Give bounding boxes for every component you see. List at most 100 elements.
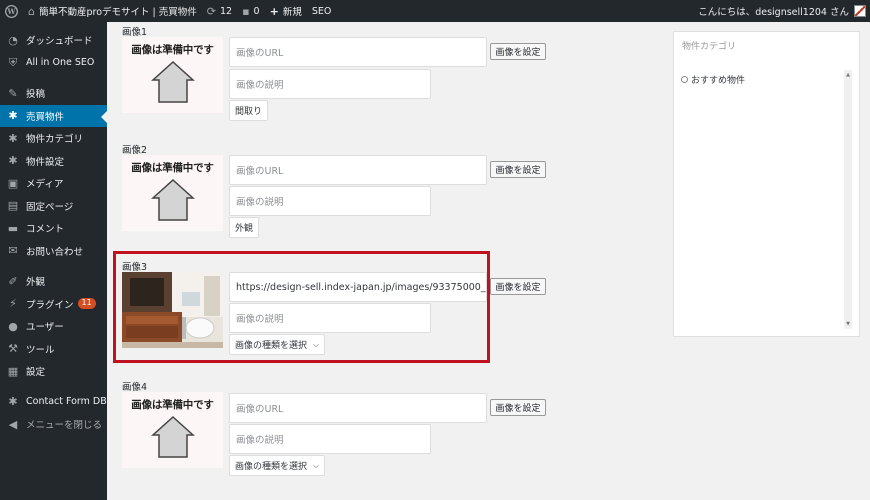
image-1-type-select[interactable]: 間取り: [229, 100, 269, 121]
page-icon: ▤: [7, 199, 19, 213]
property-category-box: 物件カテゴリ おすすめ物件 ▲ ▼: [673, 31, 860, 337]
sidebar-item-label: 物件カテゴリ: [26, 134, 84, 146]
sidebar-item-tools[interactable]: ⚒ ツール: [0, 338, 107, 361]
sidebar-item-label: Contact Form DB: [26, 396, 107, 408]
site-name-link[interactable]: ⌂ 簡単不動産proデモサイト | 売買物件: [23, 0, 202, 22]
sidebar-item-label: 投稿: [26, 89, 46, 101]
settings-icon: ▦: [7, 364, 19, 378]
sidebar-item-all-in-one-seo[interactable]: ⛨ All in One SEO: [0, 52, 107, 75]
wrench-icon: ⚒: [8, 342, 18, 356]
sidebar-item-appearance[interactable]: ✐ 外観: [0, 270, 107, 293]
refresh-icon: ⟳: [206, 4, 216, 18]
comment-icon: ▪: [242, 4, 250, 18]
category-item-label: おすすめ物件: [691, 76, 746, 86]
comments-link[interactable]: ▪ 0: [237, 0, 265, 22]
sidebar-item-label: 売買物件: [26, 111, 65, 123]
image-1-url-input[interactable]: 画像のURL: [229, 37, 487, 67]
comments-count: 0: [253, 5, 260, 17]
sidebar-item-contact[interactable]: ✉ お問い合わせ: [0, 240, 107, 263]
image-2-label: 画像2: [122, 145, 148, 156]
placeholder-text: 画像は準備中です: [131, 399, 214, 411]
wordpress-icon: W: [5, 4, 18, 18]
image-1-preview: 画像は準備中です: [122, 37, 223, 113]
placeholder-text: 画像は準備中です: [131, 162, 214, 174]
gear-icon: ✱: [8, 131, 18, 145]
greeting: こんにちは、designsell1204 さん: [698, 7, 849, 18]
sidebar-item-label: ダッシュボード: [26, 36, 93, 48]
sidebar-item-property-category[interactable]: ✱ 物件カテゴリ: [0, 127, 107, 150]
site-name: 簡単不動産proデモサイト | 売買物件: [38, 7, 197, 18]
admin-bar: W ⌂ 簡単不動産proデモサイト | 売買物件 ⟳ 12 ▪ 0 + 新規 S…: [0, 0, 870, 22]
plugin-icon: ⚡: [9, 297, 17, 311]
image-4-set-button[interactable]: 画像を設定: [490, 399, 546, 416]
scroll-up-icon[interactable]: ▲: [844, 72, 852, 78]
sidebar-item-users[interactable]: ● ユーザー: [0, 315, 107, 338]
sidebar-item-label: ユーザー: [26, 322, 64, 334]
gear-icon: ✱: [8, 154, 18, 168]
sidebar-item-media[interactable]: ▣ メディア: [0, 172, 107, 195]
plugin-update-badge: 11: [77, 298, 96, 310]
new-content-link[interactable]: + 新規: [265, 0, 307, 22]
placeholder-text: 画像は準備中です: [131, 44, 214, 56]
image-1-description-input[interactable]: 画像の説明: [229, 69, 431, 99]
new-label: 新規: [282, 7, 302, 18]
image-4-preview: 画像は準備中です: [122, 392, 223, 468]
pin-icon: ✎: [8, 86, 18, 100]
house-icon: [151, 178, 195, 221]
account-link[interactable]: こんにちは、designsell1204 さん: [693, 0, 870, 22]
sidebar-item-property-settings[interactable]: ✱ 物件設定: [0, 150, 107, 173]
avatar: [854, 5, 866, 17]
plus-icon: +: [269, 4, 279, 18]
image-1-set-button[interactable]: 画像を設定: [490, 43, 546, 60]
brush-icon: ✐: [8, 274, 18, 288]
sidebar-item-label: 設定: [26, 367, 46, 379]
image-2-preview: 画像は準備中です: [122, 155, 223, 231]
seo-label: SEO: [311, 5, 332, 17]
sidebar-item-comments[interactable]: ▬ コメント: [0, 217, 107, 240]
sidebar-collapse-menu[interactable]: ◀ メニューを閉じる: [0, 413, 107, 436]
sidebar-item-plugins[interactable]: ⚡ プラグイン 11: [0, 293, 107, 316]
collapse-icon: ◀: [8, 417, 18, 431]
scroll-down-icon[interactable]: ▼: [844, 321, 852, 327]
sidebar-item-pages[interactable]: ▤ 固定ページ: [0, 195, 107, 218]
user-icon: ●: [8, 319, 18, 333]
comment-icon: ▬: [7, 221, 19, 235]
image-4-url-input[interactable]: 画像のURL: [229, 393, 487, 423]
seo-link[interactable]: SEO: [307, 0, 337, 22]
sidebar-item-label: 固定ページ: [26, 201, 74, 213]
image-2-description-input[interactable]: 画像の説明: [229, 186, 431, 216]
image-2-type-select[interactable]: 外観: [229, 217, 260, 238]
updates-link[interactable]: ⟳ 12: [202, 0, 237, 22]
sidebar-item-label: 物件設定: [26, 156, 65, 168]
media-icon: ▣: [7, 176, 19, 190]
mail-icon: ✉: [8, 244, 18, 258]
image-4-description-input[interactable]: 画像の説明: [229, 424, 431, 454]
image-2-set-button[interactable]: 画像を設定: [490, 161, 546, 178]
svg-text:W: W: [6, 7, 16, 16]
category-scrollbar[interactable]: ▲ ▼: [844, 70, 852, 329]
sidebar-item-contact-form-db[interactable]: ✱ Contact Form DB: [0, 391, 107, 414]
gear-icon: ✱: [8, 109, 18, 123]
radio-button[interactable]: [681, 76, 688, 83]
sidebar-item-posts[interactable]: ✎ 投稿: [0, 82, 107, 105]
shield-icon: ⛨: [8, 56, 18, 70]
image-2-url-input[interactable]: 画像のURL: [229, 155, 487, 185]
home-icon: ⌂: [28, 4, 35, 18]
sidebar-item-properties[interactable]: ✱ 売買物件: [0, 104, 107, 127]
gear-icon: ✱: [8, 395, 18, 409]
sidebar-item-label: お問い合わせ: [26, 246, 84, 258]
image-4-type-select[interactable]: 画像の種類を選択 ⌵: [229, 455, 326, 476]
sidebar-item-dashboard[interactable]: ◔ ダッシュボード: [0, 29, 107, 52]
highlight-frame: [113, 251, 490, 363]
sidebar-item-label: コメント: [26, 224, 65, 236]
sidebar-item-settings[interactable]: ▦ 設定: [0, 360, 107, 383]
category-box-title: 物件カテゴリ: [682, 42, 737, 52]
chevron-down-icon: ⌵: [313, 460, 320, 470]
dashboard-icon: ◔: [8, 33, 18, 47]
category-item[interactable]: おすすめ物件: [681, 73, 745, 86]
sidebar-item-label: All in One SEO: [26, 57, 95, 69]
image-3-set-button[interactable]: 画像を設定: [490, 278, 546, 295]
image-1-label: 画像1: [122, 27, 148, 38]
wp-logo[interactable]: W: [0, 0, 23, 22]
updates-count: 12: [219, 5, 233, 17]
